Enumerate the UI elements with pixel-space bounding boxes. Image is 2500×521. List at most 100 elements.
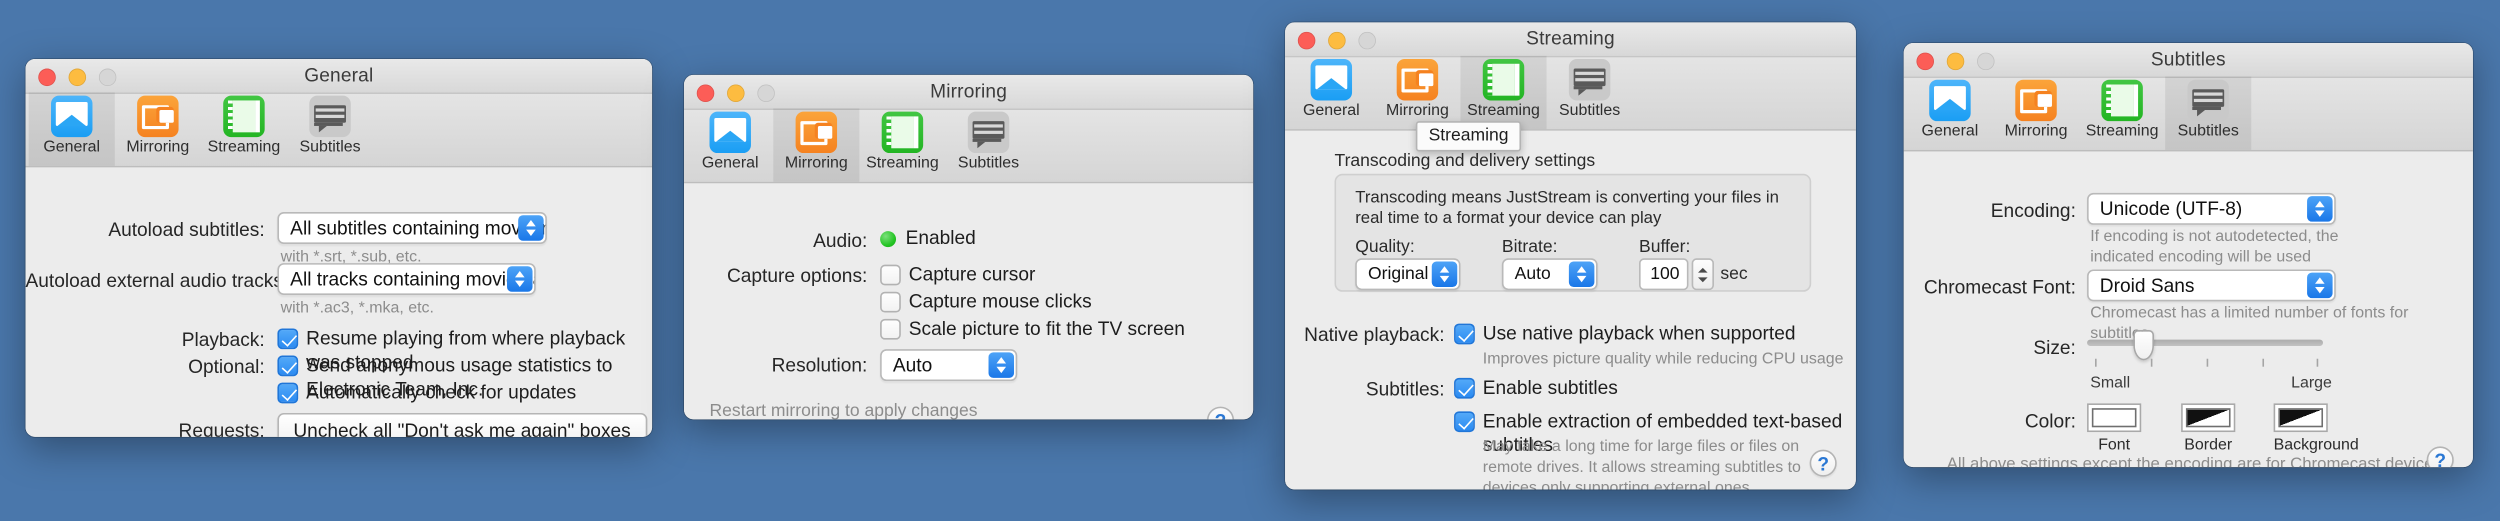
- slider-ticks: [2087, 358, 2323, 369]
- titlebar-general[interactable]: General: [25, 58, 653, 95]
- film-strip-icon: [881, 111, 924, 154]
- tab-mirroring[interactable]: Mirroring: [115, 92, 201, 165]
- swatch-caption: Background: [2273, 436, 2359, 455]
- tab-streaming[interactable]: Streaming: [201, 92, 287, 165]
- slider-knob[interactable]: [2133, 330, 2155, 361]
- airplay-display-icon: [709, 111, 751, 154]
- chromecast-font-label: Chromecast Font:: [1923, 275, 2076, 299]
- tab-subtitles[interactable]: Subtitles: [1547, 56, 1633, 129]
- tab-general[interactable]: General: [687, 108, 773, 181]
- window-title: Streaming: [1526, 27, 1615, 50]
- autoload-audio-label: Autoload external audio tracks:: [25, 269, 289, 292]
- checkbox-label: Capture cursor: [908, 263, 1036, 286]
- titlebar-subtitles[interactable]: Subtitles: [1903, 43, 2473, 79]
- checkbox-label: Capture mouse clicks: [908, 290, 1092, 313]
- streaming-tooltip: Streaming: [1415, 121, 1522, 152]
- tab-general[interactable]: General: [1907, 77, 1993, 150]
- chevron-updown-icon: [988, 352, 1015, 378]
- resolution-select[interactable]: Auto: [880, 349, 1018, 382]
- subtitles-label: Subtitles:: [1365, 377, 1445, 401]
- checkbox-box: [277, 355, 299, 377]
- window-general[interactable]: General General Mirroring Streaming Subt…: [25, 58, 653, 437]
- buffer-stepper[interactable]: [1691, 258, 1714, 291]
- tab-general[interactable]: General: [28, 92, 115, 166]
- checkbox-label: Use native playback when supported: [1482, 322, 1796, 345]
- autoload-subtitles-value: All subtitles containing movie name: [290, 216, 545, 240]
- native-playback-hint: Improves picture quality while reducing …: [1482, 350, 1844, 369]
- enable-subtitles-checkbox[interactable]: Enable subtitles: [1454, 376, 1618, 400]
- mirroring-footnote: Restart mirroring to apply changes: [709, 401, 978, 420]
- tab-subtitles[interactable]: Subtitles: [2165, 76, 2252, 150]
- encoding-select[interactable]: Unicode (UTF-8): [2087, 192, 2336, 225]
- window-subtitles[interactable]: Subtitles General Mirroring Streaming Su…: [1903, 43, 2473, 468]
- tab-label: General: [1302, 102, 1360, 120]
- chevron-updown-icon: [2307, 272, 2333, 299]
- checkbox-box: [277, 382, 299, 404]
- tab-streaming[interactable]: Streaming: [859, 108, 945, 181]
- tab-subtitles[interactable]: Subtitles: [945, 108, 1031, 181]
- swatch-fill: [2278, 408, 2324, 428]
- swatch-fill: [2185, 408, 2231, 428]
- autoload-audio-value: All tracks containing movie name: [290, 267, 534, 291]
- native-playback-checkbox[interactable]: Use native playback when supported: [1454, 322, 1795, 346]
- film-strip-icon: [223, 95, 265, 138]
- transcoding-description: Transcoding means JustStream is converti…: [1355, 188, 1779, 228]
- auto-update-checkbox[interactable]: Automatically check for updates: [277, 381, 576, 405]
- tab-general[interactable]: General: [1288, 56, 1374, 129]
- checkbox-box: [277, 328, 299, 350]
- screen-mirroring-icon: [137, 95, 179, 138]
- tab-label: Mirroring: [126, 138, 190, 157]
- audio-status: Enabled: [880, 226, 976, 250]
- size-slider[interactable]: [2087, 330, 2324, 369]
- titlebar-mirroring[interactable]: Mirroring: [683, 74, 1254, 111]
- border-color-swatch[interactable]: Border: [2181, 403, 2236, 454]
- tab-mirroring[interactable]: Mirroring: [773, 108, 860, 182]
- chromecast-font-value: Droid Sans: [2099, 274, 2195, 297]
- buffer-label: Buffer:: [1639, 237, 1691, 257]
- scale-picture-checkbox[interactable]: Scale picture to fit the TV screen: [880, 317, 1185, 341]
- screen-mirroring-icon: [2015, 79, 2057, 122]
- content-streaming: Transcoding and delivery settings Transc…: [1285, 130, 1856, 489]
- tab-mirroring[interactable]: Mirroring: [1993, 77, 2079, 150]
- tab-subtitles[interactable]: Subtitles: [287, 92, 373, 165]
- tab-streaming[interactable]: Streaming: [1460, 55, 1547, 130]
- uncheck-all-button[interactable]: Uncheck all "Don't ask me again" boxes: [277, 412, 647, 437]
- help-button[interactable]: ?: [2426, 446, 2454, 468]
- tab-label: Mirroring: [1385, 102, 1449, 120]
- window-streaming[interactable]: Streaming General Mirroring Streaming Su…: [1285, 22, 1856, 490]
- buffer-unit: sec: [1720, 264, 1748, 284]
- window-mirroring[interactable]: Mirroring General Mirroring Streaming Su…: [683, 74, 1254, 420]
- font-color-swatch[interactable]: Font: [2087, 403, 2142, 454]
- autoload-audio-select[interactable]: All tracks containing movie name: [277, 263, 536, 295]
- subtitle-caption-icon: [967, 111, 1010, 154]
- bitrate-select[interactable]: Auto: [1501, 258, 1598, 291]
- help-button[interactable]: ?: [1206, 406, 1235, 420]
- checkbox-box: [1454, 323, 1475, 345]
- capture-mouse-clicks-checkbox[interactable]: Capture mouse clicks: [880, 290, 1092, 314]
- size-min-label: Small: [2090, 374, 2131, 393]
- tab-streaming[interactable]: Streaming: [2079, 77, 2165, 150]
- tab-label: Subtitles: [1559, 102, 1621, 120]
- optional-label: Optional:: [188, 355, 265, 378]
- airplay-display-icon: [1310, 58, 1353, 101]
- subtitles-footnote: All above settings except the encoding a…: [1946, 454, 2442, 468]
- slider-track: [2087, 339, 2324, 346]
- help-button[interactable]: ?: [1809, 449, 1837, 477]
- quality-select[interactable]: Original: [1355, 258, 1461, 291]
- checkbox-label: Scale picture to fit the TV screen: [908, 317, 1185, 340]
- airplay-display-icon: [1929, 79, 1971, 122]
- subtitle-caption-icon: [309, 95, 351, 138]
- buffer-input[interactable]: 100: [1639, 258, 1689, 291]
- chevron-updown-icon: [1568, 261, 1595, 287]
- capture-cursor-checkbox[interactable]: Capture cursor: [880, 263, 1035, 287]
- chevron-updown-icon: [507, 266, 533, 292]
- content-general: Autoload subtitles: All subtitles contai…: [25, 167, 653, 437]
- tab-mirroring[interactable]: Mirroring: [1374, 56, 1460, 129]
- chromecast-font-select[interactable]: Droid Sans: [2087, 269, 2336, 302]
- titlebar-streaming[interactable]: Streaming: [1285, 22, 1856, 58]
- background-color-swatch[interactable]: Background: [2273, 403, 2359, 455]
- subtitle-caption-icon: [1568, 58, 1611, 101]
- content-mirroring: Audio: Enabled Capture options: Capture …: [683, 183, 1254, 420]
- autoload-subtitles-select[interactable]: All subtitles containing movie name: [277, 212, 547, 244]
- playback-label: Playback:: [181, 328, 265, 351]
